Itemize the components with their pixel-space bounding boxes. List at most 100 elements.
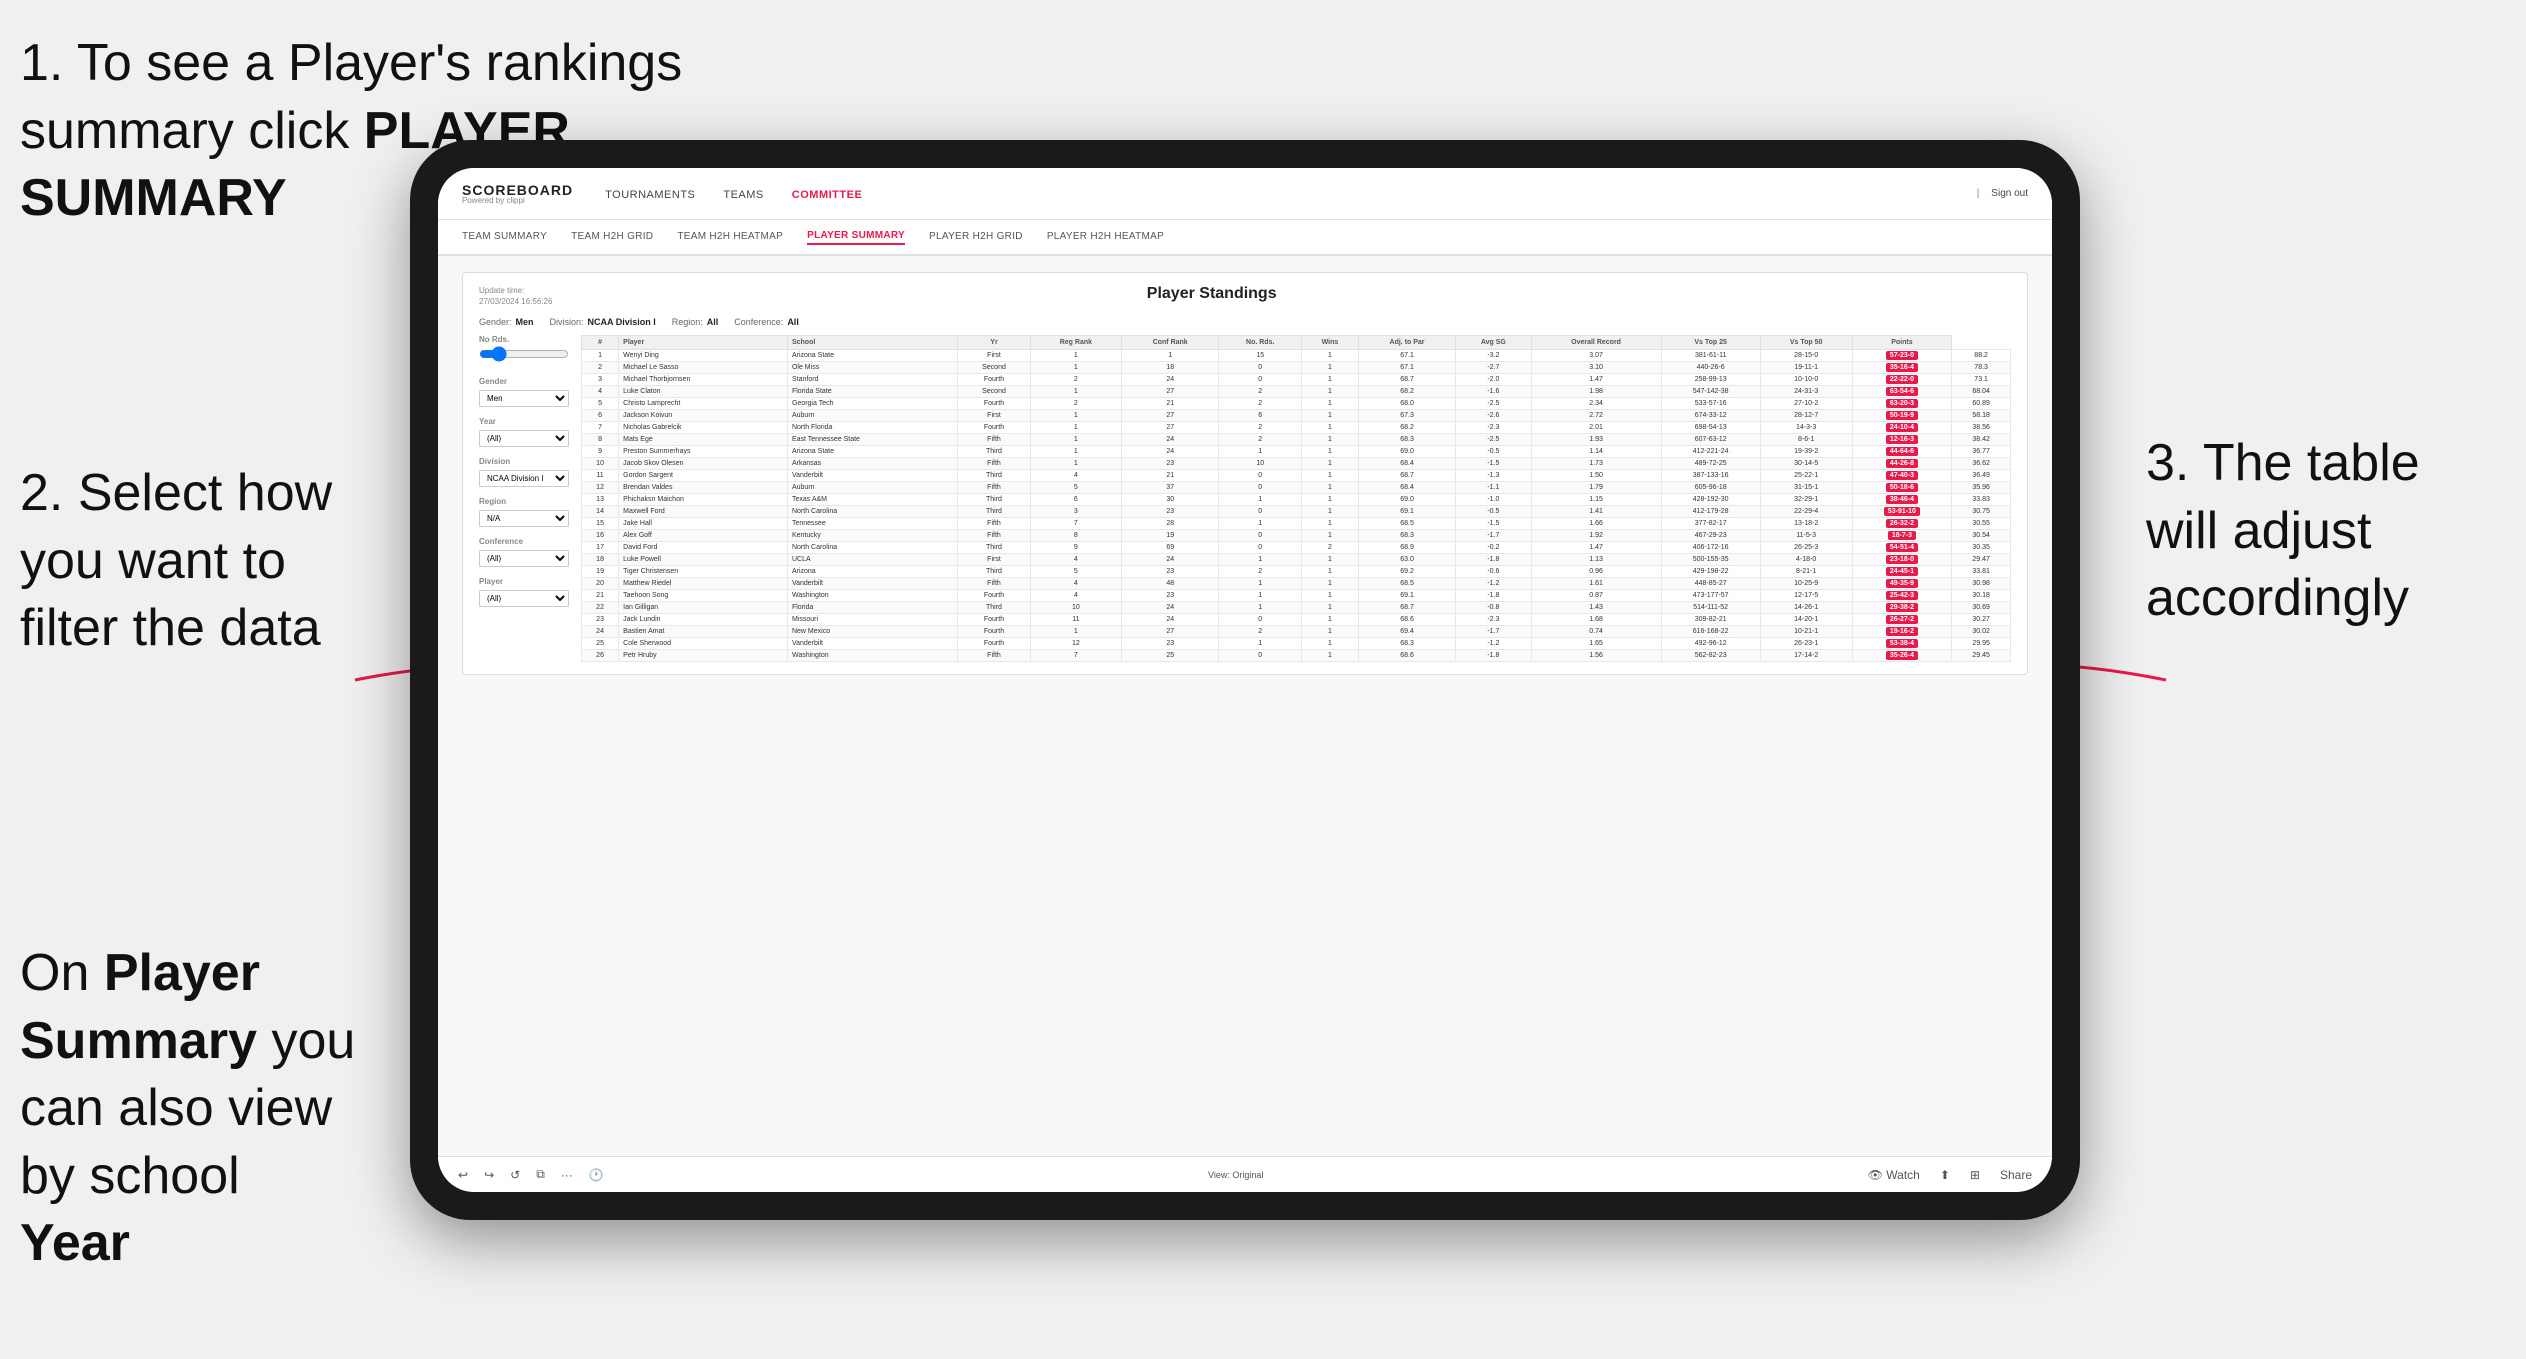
table-row[interactable]: 21Taehoon SongWashingtonFourth4231169.1-…: [582, 590, 2011, 602]
table-row[interactable]: 23Jack LundinMissouriFourth11240168.6-2.…: [582, 614, 2011, 626]
undo-button[interactable]: ↩: [454, 1166, 472, 1184]
table-cell: 29.95: [1952, 638, 2011, 650]
table-cell: 29.45: [1952, 650, 2011, 662]
copy-button[interactable]: ⧉: [532, 1165, 549, 1184]
table-row[interactable]: 8Mats EgeEast Tennessee StateFifth124216…: [582, 434, 2011, 446]
export-button[interactable]: ⬆: [1936, 1166, 1954, 1184]
table-cell: 1: [1302, 350, 1359, 362]
table-cell: 13: [582, 494, 619, 506]
table-cell: 3: [1030, 506, 1121, 518]
year-select[interactable]: (All): [479, 430, 569, 447]
table-row[interactable]: 10Jacob Skov OlesenArkansasFifth12310168…: [582, 458, 2011, 470]
subnav-player-h2h-heatmap[interactable]: PLAYER H2H HEATMAP: [1047, 231, 1164, 244]
region-select[interactable]: N/A: [479, 510, 569, 527]
table-cell: 2.34: [1531, 398, 1661, 410]
navbar-left: SCOREBOARD Powered by clippi TOURNAMENTS…: [462, 183, 862, 205]
table-cell: 1: [1030, 350, 1121, 362]
table-cell: 1.66: [1531, 518, 1661, 530]
refresh-button[interactable]: ↺: [506, 1166, 524, 1184]
col-no-rds: No. Rds.: [1219, 336, 1302, 350]
table-row[interactable]: 22Ian GilliganFloridaThird10241168.7-0.8…: [582, 602, 2011, 614]
table-cell: 1.92: [1531, 530, 1661, 542]
division-select[interactable]: NCAA Division I: [479, 470, 569, 487]
table-row[interactable]: 18Luke PowellUCLAFirst4241163.0-1.81.135…: [582, 554, 2011, 566]
table-cell: 24: [1122, 554, 1219, 566]
subnav-player-summary[interactable]: PLAYER SUMMARY: [807, 230, 905, 245]
table-row[interactable]: 26Petr HrubyWashingtonFifth7250168.6-1.8…: [582, 650, 2011, 662]
no-rds-slider[interactable]: [479, 346, 569, 362]
table-cell: Maxwell Ford: [619, 506, 788, 518]
table-cell: Arkansas: [787, 458, 957, 470]
nav-committee[interactable]: COMMITTEE: [792, 185, 863, 203]
table-row[interactable]: 25Cole SherwoodVanderbiltFourth12231168.…: [582, 638, 2011, 650]
filter-conference: Conference: All: [734, 317, 799, 327]
table-row[interactable]: 4Luke ClatonFlorida StateSecond1272168.2…: [582, 386, 2011, 398]
table-cell: -0.8: [1456, 602, 1531, 614]
table-cell: 11: [582, 470, 619, 482]
table-cell: 18: [1122, 362, 1219, 374]
table-cell: 19: [1122, 530, 1219, 542]
table-cell: 1: [1030, 422, 1121, 434]
table-cell: 73.1: [1952, 374, 2011, 386]
table-row[interactable]: 14Maxwell FordNorth CarolinaThird3230169…: [582, 506, 2011, 518]
conference-select[interactable]: (All): [479, 550, 569, 567]
table-cell: 1: [1302, 578, 1359, 590]
table-row[interactable]: 24Bastien AmatNew MexicoFourth1272169.4-…: [582, 626, 2011, 638]
table-row[interactable]: 17David FordNorth CarolinaThird9690268.9…: [582, 542, 2011, 554]
player-select[interactable]: (All): [479, 590, 569, 607]
share-button[interactable]: Share: [1996, 1166, 2036, 1184]
table-cell: 30.54: [1952, 530, 2011, 542]
subnav-team-h2h-heatmap[interactable]: TEAM H2H HEATMAP: [677, 231, 783, 244]
table-cell: 12: [582, 482, 619, 494]
table-cell: -2.3: [1456, 422, 1531, 434]
table-cell: First: [958, 350, 1030, 362]
tablet-device: SCOREBOARD Powered by clippi TOURNAMENTS…: [410, 140, 2080, 1220]
table-cell: 387-133-16: [1661, 470, 1760, 482]
table-row[interactable]: 11Gordon SargentVanderbiltThird4210168.7…: [582, 470, 2011, 482]
standings-table: # Player School Yr Reg Rank Conf Rank No…: [581, 335, 2011, 662]
subnav-team-h2h-grid[interactable]: TEAM H2H GRID: [571, 231, 653, 244]
table-row[interactable]: 13Phichaksn MaichonTexas A&MThird6301169…: [582, 494, 2011, 506]
table-row[interactable]: 20Matthew RiedelVanderbiltFifth4481168.5…: [582, 578, 2011, 590]
table-cell: 24: [1122, 446, 1219, 458]
grid-button[interactable]: ⊞: [1966, 1166, 1984, 1184]
table-cell: 1: [1302, 650, 1359, 662]
table-row[interactable]: 9Preston SummerhaysArizona StateThird124…: [582, 446, 2011, 458]
table-cell: -1.6: [1456, 386, 1531, 398]
table-cell: 24: [1122, 614, 1219, 626]
table-row[interactable]: 6Jackson KoivunAuburnFirst1276167.3-2.62…: [582, 410, 2011, 422]
table-cell: 1: [1219, 494, 1302, 506]
table-row[interactable]: 1Wenyi DingArizona StateFirst1115167.1-3…: [582, 350, 2011, 362]
col-rank: #: [582, 336, 619, 350]
subnav-player-h2h-grid[interactable]: PLAYER H2H GRID: [929, 231, 1023, 244]
table-row[interactable]: 19Tiger ChristensenArizonaThird5232169.2…: [582, 566, 2011, 578]
nav-teams[interactable]: TEAMS: [723, 185, 763, 203]
table-cell: 35.96: [1952, 482, 2011, 494]
more-button[interactable]: ···: [557, 1166, 577, 1184]
table-cell: 67.1: [1358, 362, 1455, 374]
nav-tournaments[interactable]: TOURNAMENTS: [605, 185, 695, 203]
table-header-row: # Player School Yr Reg Rank Conf Rank No…: [582, 336, 2011, 350]
subnav-team-summary[interactable]: TEAM SUMMARY: [462, 231, 547, 244]
table-row[interactable]: 3Michael ThorbjornsenStanfordFourth22401…: [582, 374, 2011, 386]
table-cell: Luke Claton: [619, 386, 788, 398]
sign-out-link[interactable]: Sign out: [1991, 188, 2028, 199]
clock-button[interactable]: 🕐: [585, 1166, 608, 1184]
table-row[interactable]: 15Jake HallTennesseeFifth7281168.5-1.51.…: [582, 518, 2011, 530]
table-cell: 68.04: [1952, 386, 2011, 398]
table-cell: 0: [1219, 362, 1302, 374]
table-cell: 24: [1122, 602, 1219, 614]
table-row[interactable]: 7Nicholas GabrelcikNorth FloridaFourth12…: [582, 422, 2011, 434]
redo-button[interactable]: ↪: [480, 1166, 498, 1184]
table-cell: -1.2: [1456, 638, 1531, 650]
filter-group-no-rds: No Rds.: [479, 335, 569, 367]
table-cell: 429-198-22: [1661, 566, 1760, 578]
watch-button[interactable]: 👁 Watch: [1864, 1166, 1924, 1184]
table-row[interactable]: 2Michael Le SassoOle MissSecond1180167.1…: [582, 362, 2011, 374]
table-cell: 1: [1030, 626, 1121, 638]
table-row[interactable]: 12Brendan ValdesAuburnFifth5370168.4-1.1…: [582, 482, 2011, 494]
gender-select[interactable]: Men: [479, 390, 569, 407]
table-cell: Third: [958, 602, 1030, 614]
table-row[interactable]: 16Alex GoffKentuckyFifth8190168.3-1.71.9…: [582, 530, 2011, 542]
table-row[interactable]: 5Christo LamprechtGeorgia TechFourth2212…: [582, 398, 2011, 410]
